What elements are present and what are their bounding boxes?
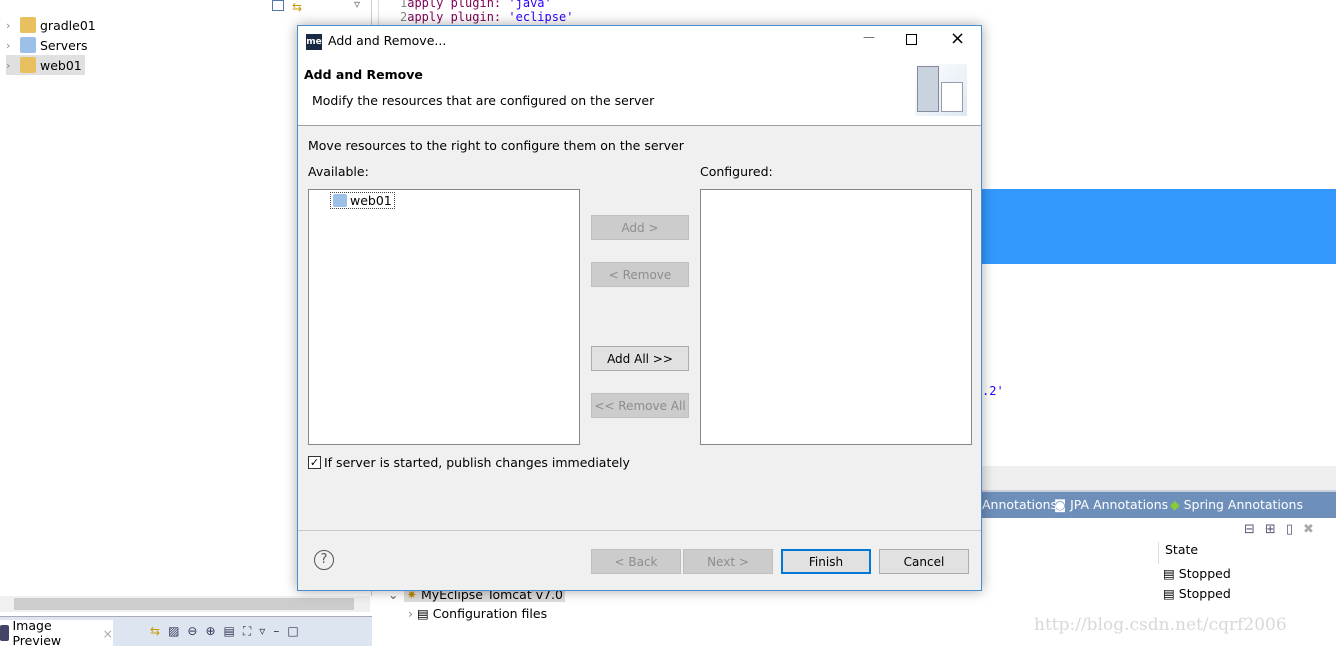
- code-line: 1apply plugin: 'java': [400, 0, 552, 10]
- zoom-out-icon[interactable]: ⊖: [187, 624, 197, 639]
- watermark: http://blog.csdn.net/cqrf2006: [1034, 615, 1287, 635]
- help-button[interactable]: ?: [314, 550, 334, 570]
- tree-item-web01[interactable]: › web01: [6, 55, 85, 75]
- server-state: ▤ Stopped: [1163, 566, 1231, 581]
- code-line: 2apply plugin: 'eclipse': [400, 10, 574, 24]
- horizontal-scrollbar[interactable]: [0, 596, 370, 612]
- remove-all-button[interactable]: << Remove All: [591, 393, 689, 418]
- finish-button[interactable]: Finish: [781, 549, 871, 574]
- tree-item-servers[interactable]: › Servers: [6, 35, 88, 55]
- new-server-icon[interactable]: ▯: [1286, 522, 1293, 537]
- link-editor-icon[interactable]: ⇆: [292, 0, 302, 14]
- web-project-icon: [20, 57, 36, 73]
- servers-toolbar: ⊟ ⊞ ▯ ✖: [1244, 522, 1314, 537]
- gradle-project-icon: [20, 17, 36, 33]
- add-all-button[interactable]: Add All >>: [591, 346, 689, 371]
- web-project-icon: [333, 194, 347, 207]
- dialog-title: Add and Remove...: [328, 33, 447, 48]
- available-list[interactable]: web01: [308, 189, 580, 445]
- expand-icon[interactable]: ⊞: [1265, 522, 1276, 537]
- fit-icon[interactable]: ⛶: [243, 624, 251, 639]
- header-title: Add and Remove: [304, 67, 423, 82]
- tab-spring-annotations[interactable]: ◆ Spring Annotations: [1170, 497, 1303, 512]
- spring-leaf-icon: ◆: [1170, 497, 1180, 512]
- maximize-icon[interactable]: □: [287, 624, 298, 639]
- cancel-button[interactable]: Cancel: [879, 549, 969, 574]
- view-menu-icon[interactable]: ▿: [354, 0, 360, 11]
- close-button[interactable]: ×: [950, 28, 965, 49]
- app-icon: me: [306, 34, 322, 50]
- image-icon[interactable]: ▨: [168, 624, 179, 639]
- tab-jpa-annotations[interactable]: ◙ JPA Annotations: [1054, 497, 1168, 512]
- header-description: Modify the resources that are configured…: [312, 93, 655, 108]
- back-button[interactable]: < Back: [591, 549, 681, 574]
- delete-icon[interactable]: ✖: [1303, 522, 1314, 537]
- server-wizard-icon: [915, 64, 967, 116]
- eye-icon: [0, 625, 10, 641]
- tree-item-configuration-files[interactable]: › ▤ Configuration files: [408, 606, 547, 621]
- column-header-state[interactable]: State: [1158, 542, 1198, 564]
- tab-image-preview[interactable]: Image Preview ×: [0, 618, 113, 648]
- instruction-text: Move resources to the right to configure…: [308, 138, 684, 153]
- view-menu-icon[interactable]: ▿: [259, 624, 265, 639]
- sync-icon[interactable]: ⇆: [150, 624, 160, 639]
- minimize-button[interactable]: —: [863, 30, 875, 44]
- tab-annotations[interactable]: Annotations: [982, 497, 1057, 512]
- checkbox-checked-icon[interactable]: ✓: [308, 456, 321, 469]
- zoom-in-icon[interactable]: ⊕: [205, 624, 215, 639]
- minimize-icon[interactable]: –: [273, 624, 279, 639]
- maximize-button[interactable]: [906, 34, 917, 45]
- publish-checkbox[interactable]: ✓ If server is started, publish changes i…: [308, 455, 630, 470]
- image-preview-toolbar: ⇆ ▨ ⊖ ⊕ ▤ ⛶ ▿ – □: [150, 624, 299, 639]
- add-remove-dialog: me Add and Remove... — × Add and Remove …: [297, 25, 982, 591]
- folder-icon: [20, 37, 36, 53]
- tree-item-gradle01[interactable]: › gradle01: [6, 15, 96, 35]
- configured-label: Configured:: [700, 164, 773, 179]
- available-label: Available:: [308, 164, 369, 179]
- remove-button[interactable]: < Remove: [591, 262, 689, 287]
- jpa-icon: ◙: [1054, 497, 1067, 512]
- list-item[interactable]: web01: [330, 192, 395, 209]
- server-state: ▤ Stopped: [1163, 586, 1231, 601]
- close-icon[interactable]: ×: [103, 626, 113, 641]
- collapse-icon[interactable]: ⊟: [1244, 522, 1255, 537]
- collapse-all-icon[interactable]: [272, 0, 284, 11]
- configured-list[interactable]: [700, 189, 972, 445]
- config-icon: ▤: [416, 606, 429, 621]
- next-button[interactable]: Next >: [683, 549, 773, 574]
- actual-size-icon[interactable]: ▤: [224, 624, 235, 639]
- add-button[interactable]: Add >: [591, 215, 689, 240]
